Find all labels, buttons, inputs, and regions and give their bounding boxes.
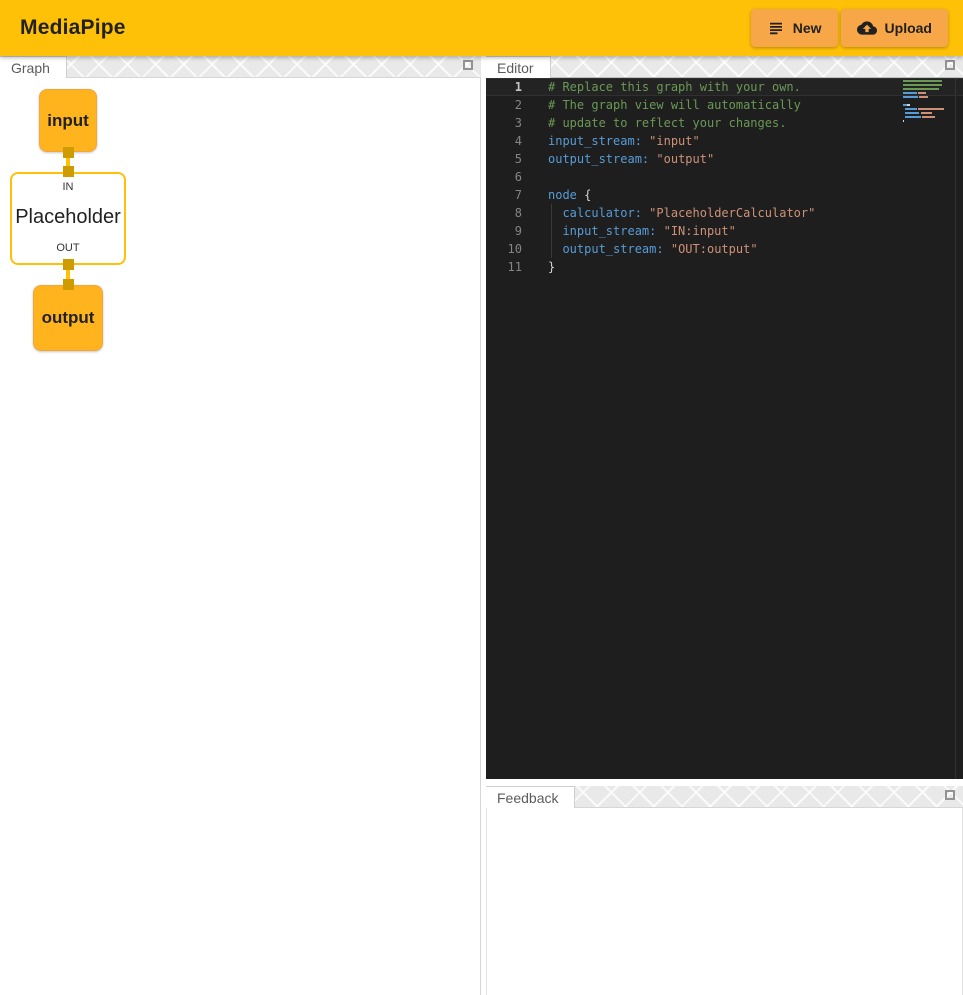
code-line: 3# update to reflect your changes. — [486, 114, 963, 132]
new-button-label: New — [793, 20, 822, 36]
node-placeholder[interactable]: IN Placeholder OUT — [10, 172, 126, 265]
code-line: 10 output_stream: "OUT:output" — [486, 240, 963, 258]
code-line: 11} — [486, 258, 963, 276]
line-number: 4 — [486, 132, 522, 150]
code-line: 1# Replace this graph with your own. — [486, 78, 963, 96]
node-output[interactable]: output — [33, 285, 103, 351]
port-input-bottom — [63, 147, 74, 158]
mediapipe-visualizer: MediaPipe New Upload Graph — [0, 0, 963, 995]
line-number: 8 — [486, 204, 522, 222]
code-lines: 1# Replace this graph with your own.2# T… — [486, 78, 963, 276]
line-number: 7 — [486, 186, 522, 204]
line-number: 10 — [486, 240, 522, 258]
line-number: 9 — [486, 222, 522, 240]
cloud-upload-icon — [857, 18, 877, 38]
code-line: 6 — [486, 168, 963, 186]
line-number: 3 — [486, 114, 522, 132]
app-title: MediaPipe — [0, 16, 126, 40]
maximize-icon[interactable] — [945, 60, 955, 70]
line-number: 6 — [486, 168, 522, 186]
vertical-splitter[interactable] — [481, 56, 486, 995]
upload-button[interactable]: Upload — [841, 9, 948, 47]
code-line: 8 calculator: "PlaceholderCalculator" — [486, 204, 963, 222]
line-number: 11 — [486, 258, 522, 276]
header-actions: New Upload — [751, 9, 948, 47]
graph-panel: Graph input IN Placeholder OUT output — [0, 56, 481, 995]
upload-button-label: Upload — [885, 20, 932, 36]
node-input-label: input — [47, 111, 89, 131]
tab-editor-label: Editor — [497, 60, 534, 76]
code-line: 5output_stream: "output" — [486, 150, 963, 168]
minimap[interactable] — [903, 80, 949, 124]
node-input[interactable]: input — [39, 89, 97, 152]
feedback-panel: Feedback — [486, 786, 963, 995]
tab-graph[interactable]: Graph — [0, 56, 67, 78]
line-number: 2 — [486, 96, 522, 114]
feedback-tabbar: Feedback — [486, 786, 963, 808]
code-line: 9 input_stream: "IN:input" — [486, 222, 963, 240]
tab-editor[interactable]: Editor — [486, 56, 551, 78]
node-placeholder-label: Placeholder — [15, 206, 121, 229]
tab-feedback[interactable]: Feedback — [486, 786, 575, 808]
editor-panel: Editor 1# Replace this graph with your o… — [486, 56, 963, 779]
app-header: MediaPipe New Upload — [0, 0, 963, 56]
editor-tabbar: Editor — [486, 56, 963, 78]
code-line: 4input_stream: "input" — [486, 132, 963, 150]
code-line: 2# The graph view will automatically — [486, 96, 963, 114]
tab-feedback-label: Feedback — [497, 790, 558, 806]
placeholder-in-port-label: IN — [63, 181, 74, 193]
port-placeholder-in — [63, 166, 74, 177]
code-editor[interactable]: 1# Replace this graph with your own.2# T… — [486, 78, 963, 779]
line-number: 1 — [486, 78, 522, 96]
indent-guide — [551, 204, 552, 258]
line-number: 5 — [486, 150, 522, 168]
graph-canvas[interactable]: input IN Placeholder OUT output — [0, 78, 481, 995]
placeholder-out-port-label: OUT — [56, 242, 79, 254]
minimap-divider — [955, 78, 956, 779]
subject-list-icon — [767, 19, 785, 37]
feedback-content — [486, 808, 963, 995]
code-line: 7node { — [486, 186, 963, 204]
new-button[interactable]: New — [751, 9, 838, 47]
port-placeholder-out — [63, 259, 74, 270]
graph-tabbar: Graph — [0, 56, 481, 78]
horizontal-splitter[interactable] — [486, 779, 963, 786]
node-output-label: output — [42, 308, 95, 328]
maximize-icon[interactable] — [945, 790, 955, 800]
maximize-icon[interactable] — [463, 60, 473, 70]
tab-graph-label: Graph — [11, 60, 50, 76]
port-output-top — [63, 279, 74, 290]
